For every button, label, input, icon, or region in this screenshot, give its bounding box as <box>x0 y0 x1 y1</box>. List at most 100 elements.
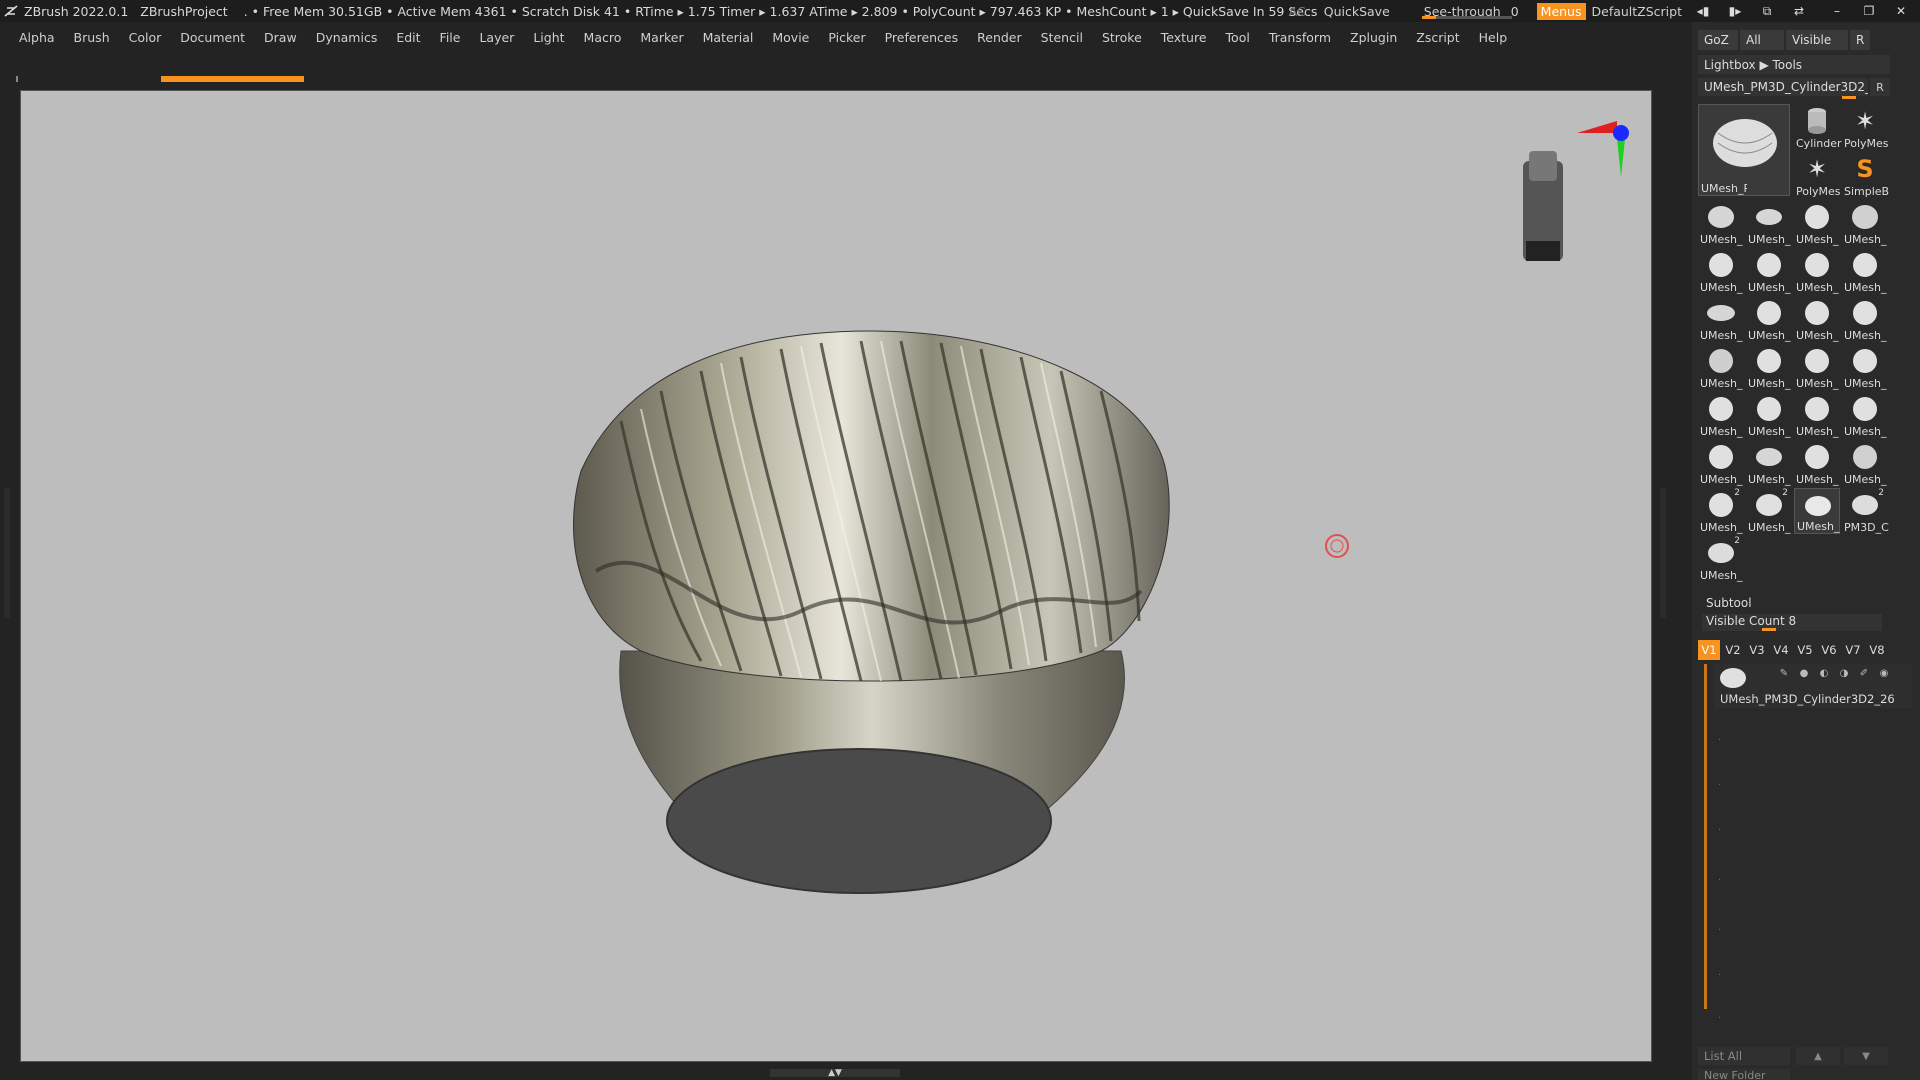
tool-tile[interactable]: UMesh_ <box>1794 248 1840 294</box>
menu-material[interactable]: Material <box>703 30 754 45</box>
menus-toggle[interactable]: Menus <box>1536 2 1586 20</box>
menu-marker[interactable]: Marker <box>640 30 683 45</box>
tool-tile[interactable]: UMesh_ <box>1698 392 1744 438</box>
eye-icon[interactable]: ◉ <box>1874 668 1894 679</box>
menu-document[interactable]: Document <box>180 30 245 45</box>
tool-tile[interactable]: UMesh_ <box>1746 392 1792 438</box>
minimize-icon[interactable]: – <box>1826 4 1848 18</box>
menu-texture[interactable]: Texture <box>1161 30 1207 45</box>
layout-left-icon[interactable]: ◂▮ <box>1692 4 1714 18</box>
tool-tile[interactable]: 2 UMesh_ <box>1698 536 1744 582</box>
move-down-icon[interactable]: ▼ <box>1844 1047 1888 1065</box>
right-tray-handle[interactable] <box>1660 488 1666 618</box>
menu-file[interactable]: File <box>440 30 461 45</box>
menu-tool[interactable]: Tool <box>1226 30 1250 45</box>
menu-preferences[interactable]: Preferences <box>885 30 959 45</box>
lock-icon[interactable]: ◑ <box>1834 668 1854 679</box>
tool-tile[interactable]: UMesh_ <box>1746 200 1792 246</box>
menu-render[interactable]: Render <box>977 30 1022 45</box>
tool-tile[interactable]: UMesh_ <box>1746 440 1792 486</box>
layout-windows-icon[interactable]: ⧉ <box>1756 4 1778 19</box>
subtool-item[interactable]: ✎ ● ◐ ◑ ✐ ◉ UMesh_PM3D_Cylinder3D2_26 <box>1714 664 1912 708</box>
zbrush-logo-icon[interactable] <box>2 2 20 20</box>
left-tray-handle[interactable] <box>4 488 10 618</box>
menu-layer[interactable]: Layer <box>479 30 514 45</box>
tab-v3[interactable]: V3 <box>1746 640 1768 660</box>
tool-tile[interactable]: UMesh_ <box>1842 248 1888 294</box>
tool-tile[interactable]: UMesh_ <box>1842 296 1888 342</box>
tool-tile[interactable]: UMesh_ <box>1698 200 1744 246</box>
tool-tile[interactable]: UMesh_ <box>1698 296 1744 342</box>
tool-tile[interactable]: UMesh_ <box>1794 200 1840 246</box>
menu-draw[interactable]: Draw <box>264 30 297 45</box>
subtool-title[interactable]: Subtool <box>1706 596 1752 610</box>
tool-tile[interactable]: UMesh_ <box>1842 440 1888 486</box>
move-up-icon[interactable]: ▲ <box>1796 1047 1840 1065</box>
tool-tile[interactable]: UMesh_ <box>1698 440 1744 486</box>
menu-dynamics[interactable]: Dynamics <box>316 30 378 45</box>
see-through-slider[interactable]: See-through 0 <box>1420 4 1523 19</box>
brush-icon[interactable]: ✎ <box>1774 668 1794 679</box>
polypaint-icon[interactable]: ● <box>1794 668 1814 679</box>
tool-tile[interactable]: UMesh_ <box>1842 344 1888 390</box>
menu-stencil[interactable]: Stencil <box>1041 30 1083 45</box>
menu-zplugin[interactable]: Zplugin <box>1350 30 1397 45</box>
navigation-gizmo[interactable] <box>1523 121 1629 261</box>
layout-swap-icon[interactable]: ⇄ <box>1788 4 1810 18</box>
menu-brush[interactable]: Brush <box>74 30 110 45</box>
tool-tile[interactable]: S SimpleB <box>1842 152 1889 198</box>
menu-light[interactable]: Light <box>533 30 564 45</box>
menu-help[interactable]: Help <box>1479 30 1508 45</box>
tool-tile[interactable]: Cylinder <box>1794 104 1842 150</box>
menu-edit[interactable]: Edit <box>396 30 420 45</box>
current-tool-name[interactable]: UMesh_PM3D_Cylinder3D2_2 <box>1698 78 1868 96</box>
visible-button[interactable]: Visible <box>1786 30 1848 50</box>
goz-button[interactable]: GoZ <box>1698 30 1738 50</box>
current-tool-slider[interactable] <box>1842 96 1856 99</box>
bottom-tray-handle[interactable]: ▲▼ <box>770 1068 900 1078</box>
all-button[interactable]: All <box>1740 30 1784 50</box>
subtool-scrollbar[interactable] <box>1704 664 1707 1009</box>
menu-macro[interactable]: Macro <box>584 30 622 45</box>
tool-tile[interactable]: UMesh_ <box>1698 344 1744 390</box>
tool-tile[interactable]: 2 PM3D_C <box>1842 488 1889 534</box>
tool-tile[interactable]: UMesh_ <box>1746 248 1792 294</box>
tool-tile[interactable]: UMesh_ <box>1746 344 1792 390</box>
menu-movie[interactable]: Movie <box>772 30 809 45</box>
current-tool-r-button[interactable]: R <box>1870 78 1890 96</box>
tool-tile[interactable]: 2 UMesh_ <box>1746 488 1792 534</box>
tool-tile[interactable]: UMesh_ <box>1794 344 1840 390</box>
visible-count-slider[interactable]: Visible Count 8 <box>1702 614 1882 631</box>
tab-v8[interactable]: V8 <box>1866 640 1888 660</box>
layout-right-icon[interactable]: ▮▸ <box>1724 4 1746 18</box>
menu-alpha[interactable]: Alpha <box>19 30 55 45</box>
tool-tile[interactable]: UMesh_ <box>1842 200 1888 246</box>
tool-tile[interactable]: 2 UMesh_ <box>1698 488 1744 534</box>
r-button[interactable]: R <box>1850 30 1870 50</box>
tool-tile[interactable]: UMesh_ <box>1698 248 1744 294</box>
menu-picker[interactable]: Picker <box>828 30 865 45</box>
menu-zscript[interactable]: Zscript <box>1416 30 1459 45</box>
list-all-button[interactable]: List All <box>1698 1047 1790 1065</box>
menu-stroke[interactable]: Stroke <box>1102 30 1142 45</box>
menu-transform[interactable]: Transform <box>1269 30 1331 45</box>
document-canvas[interactable] <box>20 90 1652 1062</box>
close-icon[interactable]: ✕ <box>1890 4 1912 18</box>
tool-tile-selected[interactable]: UMesh_ <box>1794 488 1840 534</box>
tool-tile[interactable]: ✶ PolyMes <box>1794 152 1841 198</box>
tool-tile[interactable]: UMesh_ <box>1746 296 1792 342</box>
new-folder-button[interactable]: New Folder <box>1698 1069 1790 1080</box>
menu-color[interactable]: Color <box>129 30 162 45</box>
restore-icon[interactable]: ❐ <box>1858 4 1880 18</box>
ac-toggle[interactable]: AC <box>1289 4 1306 19</box>
script-name[interactable]: DefaultZScript <box>1592 4 1683 19</box>
tab-v4[interactable]: V4 <box>1770 640 1792 660</box>
sculpt-model[interactable] <box>21 91 1652 1062</box>
tool-tile[interactable]: UMesh_ <box>1794 296 1840 342</box>
tab-v5[interactable]: V5 <box>1794 640 1816 660</box>
tool-tile[interactable]: UMesh_ <box>1794 440 1840 486</box>
lightbox-tools-button[interactable]: Lightbox ▶ Tools <box>1698 55 1890 74</box>
tab-v1[interactable]: V1 <box>1698 640 1720 660</box>
tool-tile[interactable]: ✶ PolyMes <box>1842 104 1889 150</box>
tab-v6[interactable]: V6 <box>1818 640 1840 660</box>
